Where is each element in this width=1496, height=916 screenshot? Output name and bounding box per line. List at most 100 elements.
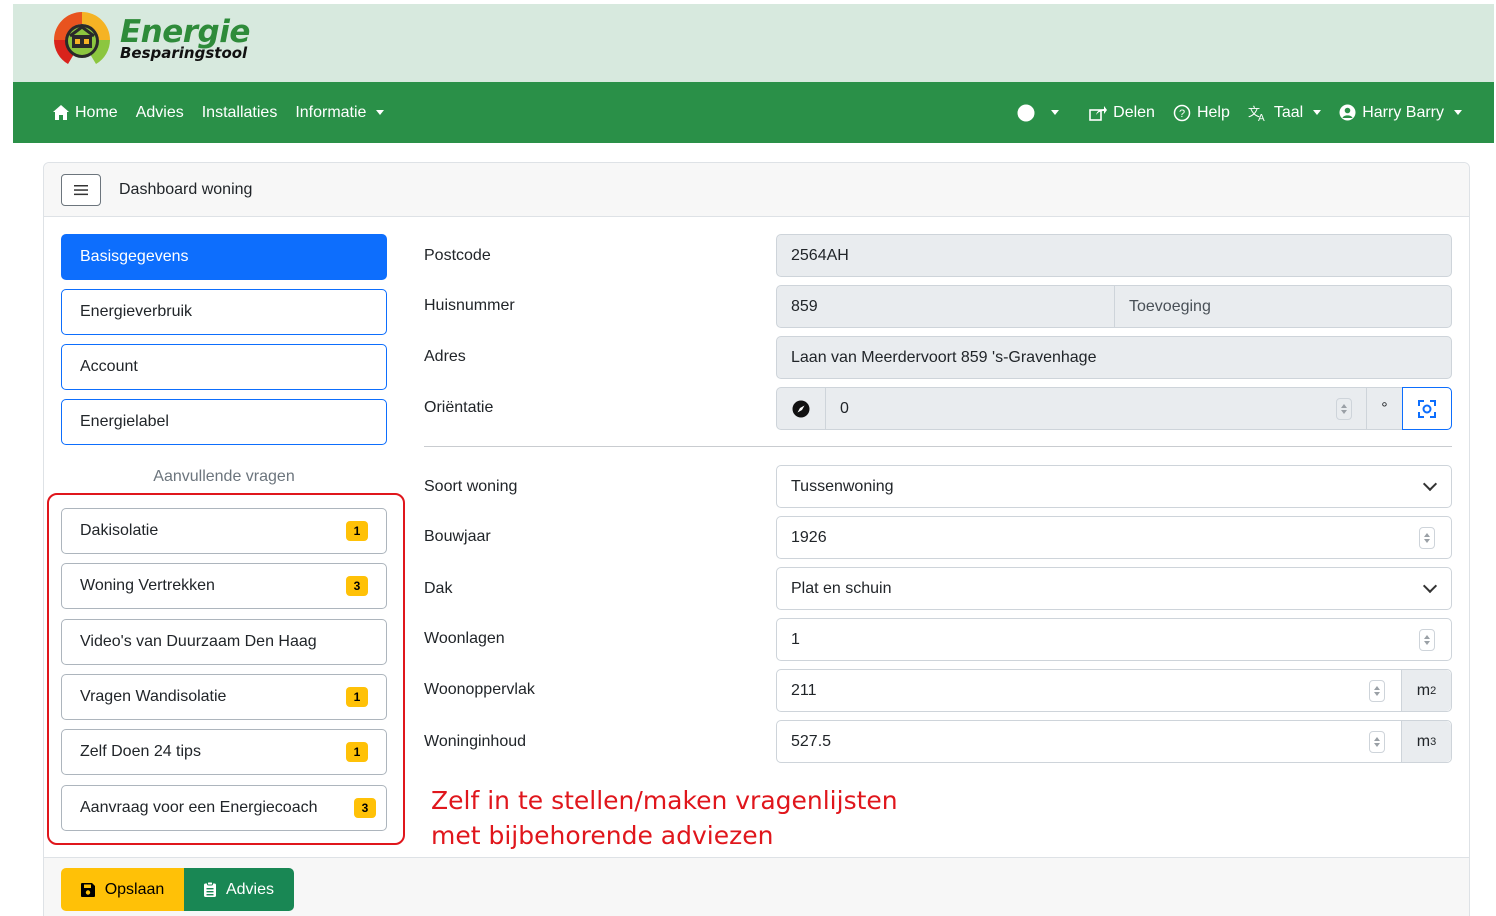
adres-field[interactable]: Laan van Meerdervoort 859 's-Gravenhage: [776, 336, 1452, 379]
share-icon: [1089, 105, 1108, 121]
translate-icon: 文A: [1248, 104, 1265, 122]
woonlagen-value: 1: [791, 630, 800, 648]
degree-unit: °: [1366, 388, 1402, 429]
language-dropdown[interactable]: 文A Taal: [1248, 103, 1322, 122]
caret-down-icon: [1313, 110, 1322, 115]
woninginhoud-input[interactable]: 527.5: [777, 733, 1369, 751]
sidebar-item-label: Energieverbruik: [80, 303, 193, 320]
annotation-line: met bijbehorende adviezen: [431, 821, 774, 850]
nav-informatie-dropdown[interactable]: Informatie: [295, 103, 385, 122]
sidebar-item-label: Dakisolatie: [80, 522, 159, 539]
unit-label: m: [1416, 681, 1431, 699]
bouwjaar-label: Bouwjaar: [424, 528, 491, 545]
sidebar-item-energiecoach[interactable]: Aanvraag voor een Energiecoach 3: [61, 785, 387, 831]
sidebar-item-wandisolatie[interactable]: Vragen Wandisolatie 1: [61, 674, 387, 720]
huisnummer-group: 859 Toevoeging: [776, 285, 1452, 328]
nav-installaties[interactable]: Installaties: [202, 104, 278, 122]
brand-logo[interactable]: Energie Besparingstool: [46, 8, 250, 70]
woninginhoud-group: 527.5 m3: [776, 720, 1452, 763]
sidebar-item-basisgegevens[interactable]: Basisgegevens: [61, 234, 387, 280]
share-link[interactable]: Delen: [1089, 104, 1155, 122]
home-icon: [53, 105, 69, 120]
unit-m2: m2: [1401, 670, 1451, 711]
logo-icon: [46, 8, 118, 70]
nav-home[interactable]: Home: [53, 104, 118, 122]
unit-m3: m3: [1401, 721, 1451, 762]
unit-label: m: [1416, 732, 1431, 750]
woonlagen-input[interactable]: 1: [776, 618, 1452, 661]
caret-down-icon: [376, 110, 385, 115]
nav-installaties-label: Installaties: [201, 103, 278, 121]
card-title: Dashboard woning: [119, 180, 253, 198]
number-spinner[interactable]: [1419, 628, 1435, 651]
user-dropdown[interactable]: Harry Barry: [1339, 104, 1462, 122]
number-spinner[interactable]: [1369, 730, 1385, 753]
woonoppervlak-input[interactable]: 211: [777, 682, 1369, 700]
sidebar-item-dakisolatie[interactable]: Dakisolatie 1: [61, 508, 387, 554]
orientatie-group: 0 °: [776, 387, 1452, 430]
save-label: Opslaan: [104, 880, 165, 898]
dak-label: Dak: [424, 580, 453, 597]
dak-select[interactable]: Plat en schuin: [776, 567, 1452, 610]
unit-superscript: 2: [1430, 684, 1437, 697]
number-spinner[interactable]: [1369, 679, 1385, 702]
postcode-value: 2564AH: [791, 246, 849, 264]
compass-icon: [777, 388, 826, 429]
caret-down-icon: [1454, 110, 1462, 115]
theme-toggle[interactable]: [1017, 104, 1060, 122]
nav-advies-label: Advies: [135, 103, 184, 121]
sidebar-item-label: Video's van Duurzaam Den Haag: [80, 633, 317, 650]
section-divider: [424, 446, 1452, 447]
count-badge: 1: [346, 521, 368, 541]
sidebar-item-label: Account: [80, 358, 138, 375]
question-circle-icon: ?: [1173, 104, 1191, 121]
chevron-down-icon: [1422, 476, 1438, 492]
sidebar-item-energieverbruik[interactable]: Energieverbruik: [61, 289, 387, 335]
language-label: Taal: [1273, 103, 1304, 121]
number-spinner[interactable]: [1419, 526, 1435, 549]
advies-button[interactable]: Advies: [184, 868, 294, 911]
toevoeging-field[interactable]: Toevoeging: [1114, 286, 1451, 327]
huisnummer-field[interactable]: 859: [777, 298, 1114, 316]
extra-questions-heading: Aanvullende vragen: [153, 468, 295, 485]
count-badge: 1: [346, 742, 368, 762]
dashboard-card: Dashboard woning Basisgegevens Energieve…: [43, 162, 1470, 916]
clipboard-list-icon: [203, 882, 216, 897]
count-badge: 3: [354, 798, 376, 818]
help-link[interactable]: ? Help: [1173, 104, 1230, 122]
chevron-down-icon: [1422, 578, 1438, 594]
adres-value: Laan van Meerdervoort 859 's-Gravenhage: [791, 348, 1097, 366]
nav-advies[interactable]: Advies: [136, 104, 184, 122]
woonoppervlak-label: Woonoppervlak: [424, 681, 535, 698]
sidebar-item-label: Zelf Doen 24 tips: [80, 743, 201, 760]
sidebar-item-zelf-doen[interactable]: Zelf Doen 24 tips 1: [61, 729, 387, 775]
woninginhoud-label: Woninginhoud: [424, 733, 527, 750]
brand-subtitle: Besparingstool: [120, 44, 248, 62]
main-navbar: Home Advies Installaties Informatie Dele…: [13, 82, 1494, 143]
user-name: Harry Barry: [1362, 103, 1444, 121]
hamburger-icon: [74, 184, 88, 195]
sidebar-item-label: Aanvraag voor een Energiecoach: [80, 799, 318, 816]
sidebar-item-videos[interactable]: Video's van Duurzaam Den Haag: [61, 619, 387, 665]
sidebar-item-woning-vertrekken[interactable]: Woning Vertrekken 3: [61, 563, 387, 609]
bouwjaar-input[interactable]: 1926: [776, 516, 1452, 559]
soort-woning-select[interactable]: Tussenwoning: [776, 465, 1452, 508]
orientatie-field[interactable]: 0: [826, 400, 1336, 418]
detect-orientation-button[interactable]: [1402, 387, 1452, 430]
sidebar-item-account[interactable]: Account: [61, 344, 387, 390]
nav-informatie-label: Informatie: [295, 103, 367, 121]
card-header: Dashboard woning: [44, 163, 1469, 217]
save-button[interactable]: Opslaan: [61, 868, 184, 911]
count-badge: 3: [346, 576, 368, 596]
unit-superscript: 3: [1430, 735, 1437, 748]
woonlagen-label: Woonlagen: [424, 630, 505, 647]
postcode-field[interactable]: 2564AH: [776, 234, 1452, 277]
count-badge: 1: [346, 687, 368, 707]
sidebar-item-energielabel[interactable]: Energielabel: [61, 399, 387, 445]
number-spinner[interactable]: [1336, 397, 1352, 420]
sidebar-item-label: Energielabel: [80, 413, 169, 430]
sidebar-toggle-button[interactable]: [61, 173, 101, 206]
sidebar-item-label: Basisgegevens: [80, 248, 189, 265]
nav-home-label: Home: [75, 103, 118, 121]
woonoppervlak-group: 211 m2: [776, 669, 1452, 712]
